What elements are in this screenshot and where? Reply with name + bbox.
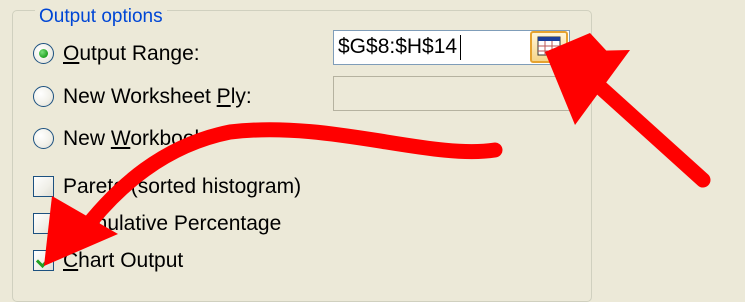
radio-new-worksheet-ply[interactable] (33, 86, 54, 107)
radio-selected-dot (39, 49, 48, 58)
check-mark-icon (35, 254, 54, 269)
collapse-dialog-button[interactable] (530, 31, 568, 63)
checkbox-pareto[interactable] (33, 176, 54, 197)
output-options-panel: Output options Output Range: $G$8:$H$14 … (0, 0, 745, 302)
new-workbook-label: New Workbook (63, 127, 206, 150)
radio-output-range[interactable] (33, 43, 54, 64)
checkbox-cumulative-percentage[interactable] (33, 213, 54, 234)
collapse-dialog-icon (537, 36, 561, 56)
output-range-value: $G$8:$H$14 (338, 35, 458, 58)
checkbox-chart-output[interactable] (33, 250, 54, 271)
new-worksheet-ply-input[interactable] (333, 76, 570, 111)
group-legend: Output options (35, 7, 167, 27)
output-range-label: Output Range: (63, 42, 200, 65)
new-worksheet-ply-label: New Worksheet Ply: (63, 85, 252, 108)
cumulative-percentage-label: Cumulative Percentage (63, 212, 282, 235)
text-caret (460, 35, 461, 60)
pareto-label: Pareto (sorted histogram) (63, 175, 302, 198)
radio-new-workbook[interactable] (33, 128, 54, 149)
chart-output-label: Chart Output (63, 249, 184, 272)
